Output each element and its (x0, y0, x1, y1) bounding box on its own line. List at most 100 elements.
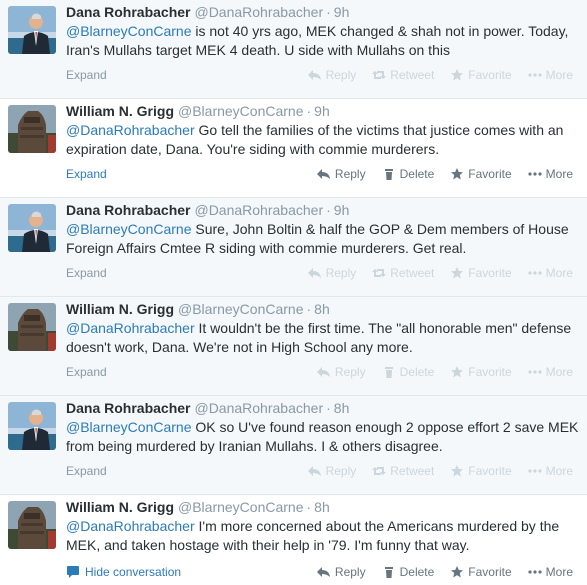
retweet-button[interactable]: Retweet (372, 462, 434, 480)
tweet-text: @DanaRohrabacher Go tell the families of… (66, 121, 579, 159)
favorite-button[interactable]: Favorite (450, 363, 512, 381)
tweet-item[interactable]: Dana Rohrabacher @DanaRohrabacher · 9h @Bla… (0, 0, 587, 99)
tweet-author-name[interactable]: Dana Rohrabacher (66, 202, 190, 218)
separator: · (306, 301, 312, 317)
expand-link[interactable]: Expand (66, 165, 107, 183)
retweet-icon (372, 467, 387, 475)
expand-link[interactable]: Expand (66, 66, 107, 84)
mention-link[interactable]: @BlarneyConCarne (66, 221, 192, 237)
favorite-button[interactable]: Favorite (450, 563, 512, 581)
mention-link[interactable]: @BlarneyConCarne (66, 23, 192, 39)
mention-link[interactable]: @BlarneyConCarne (66, 419, 192, 435)
tweet-timestamp[interactable]: 8h (314, 499, 330, 515)
more-dots-icon (528, 370, 542, 374)
expand-link[interactable]: Expand (66, 462, 107, 480)
tweet-author-name[interactable]: William N. Grigg (66, 301, 174, 317)
mention-link[interactable]: @DanaRohrabacher (66, 320, 195, 336)
tweet-timeline: Dana Rohrabacher @DanaRohrabacher · 9h @Bla… (0, 0, 587, 585)
reply-icon (307, 70, 321, 80)
tweet-author-handle[interactable]: @DanaRohrabacher (194, 4, 323, 20)
more-label: More (545, 68, 573, 82)
reply-label: Reply (325, 464, 357, 478)
retweet-icon (372, 71, 387, 79)
more-dots-icon (528, 469, 542, 473)
favorite-button[interactable]: Favorite (450, 165, 512, 183)
mention-link[interactable]: @DanaRohrabacher (66, 518, 195, 534)
more-button[interactable]: More (528, 563, 573, 581)
retweet-label: Retweet (390, 266, 435, 280)
tweet-item[interactable]: Dana Rohrabacher @DanaRohrabacher · 9h @Bla… (0, 198, 587, 297)
tweet-text: @BlarneyConCarne OK so U've found reason… (66, 418, 579, 456)
tweet-item[interactable]: Dana Rohrabacher @DanaRohrabacher · 8h @Bla… (0, 396, 587, 495)
avatar[interactable] (8, 204, 56, 252)
tweet-actions: Reply Retweet Favorite More (292, 264, 573, 282)
tweet-text: @BlarneyConCarne Sure, John Boltin & hal… (66, 220, 579, 258)
trash-icon (384, 169, 393, 180)
star-icon (451, 267, 464, 279)
favorite-button[interactable]: Favorite (450, 66, 512, 84)
reply-icon (307, 268, 321, 278)
avatar[interactable] (8, 402, 56, 450)
delete-button[interactable]: Delete (382, 165, 435, 183)
expand-link[interactable]: Expand (66, 264, 107, 282)
tweet-author-handle[interactable]: @DanaRohrabacher (194, 202, 323, 218)
reply-button[interactable]: Reply (307, 264, 357, 282)
reply-label: Reply (334, 167, 366, 181)
more-dots-icon (528, 172, 542, 176)
reply-icon (316, 367, 330, 377)
tweet-author-handle[interactable]: @BlarneyConCarne (178, 103, 304, 119)
more-button[interactable]: More (528, 363, 573, 381)
favorite-button[interactable]: Favorite (450, 264, 512, 282)
tweet-timestamp[interactable]: 9h (334, 202, 350, 218)
more-button[interactable]: More (528, 66, 573, 84)
reply-label: Reply (325, 266, 357, 280)
delete-button[interactable]: Delete (382, 363, 434, 381)
favorite-label: Favorite (468, 68, 512, 82)
tweet-author-handle[interactable]: @BlarneyConCarne (178, 301, 304, 317)
tweet-item[interactable]: William N. Grigg @BlarneyConCarne · 8h @Dan… (0, 297, 587, 396)
avatar[interactable] (8, 105, 56, 153)
tweet-author-name[interactable]: William N. Grigg (66, 499, 174, 515)
more-label: More (545, 167, 573, 181)
more-button[interactable]: More (528, 165, 573, 183)
separator: · (306, 103, 312, 119)
tweet-author-handle[interactable]: @DanaRohrabacher (194, 400, 323, 416)
hide-conversation-label: Hide conversation (85, 565, 182, 579)
avatar[interactable] (8, 6, 56, 54)
favorite-label: Favorite (468, 167, 512, 181)
speech-bubble-icon (67, 566, 79, 578)
avatar[interactable] (8, 303, 56, 351)
reply-button[interactable]: Reply (316, 165, 366, 183)
mention-link[interactable]: @DanaRohrabacher (66, 122, 195, 138)
tweet-author-handle[interactable]: @BlarneyConCarne (178, 499, 304, 515)
retweet-label: Retweet (390, 464, 435, 478)
favorite-button[interactable]: Favorite (450, 462, 512, 480)
avatar[interactable] (8, 501, 56, 549)
tweet-timestamp[interactable]: 8h (334, 400, 350, 416)
star-icon (451, 168, 464, 180)
tweet-author-name[interactable]: Dana Rohrabacher (66, 4, 190, 20)
trash-icon (384, 367, 393, 378)
tweet-item[interactable]: William N. Grigg @BlarneyConCarne · 8h @Dan… (0, 495, 587, 585)
expand-link[interactable]: Expand (66, 363, 107, 381)
reply-button[interactable]: Reply (307, 66, 356, 84)
reply-button[interactable]: Reply (307, 462, 357, 480)
retweet-button[interactable]: Retweet (372, 264, 434, 282)
delete-button[interactable]: Delete (382, 563, 434, 581)
more-button[interactable]: More (528, 264, 573, 282)
tweet-item[interactable]: William N. Grigg @BlarneyConCarne · 9h @Dan… (0, 99, 587, 198)
reply-icon (316, 567, 330, 577)
star-icon (451, 366, 464, 378)
delete-label: Delete (399, 167, 435, 181)
more-button[interactable]: More (528, 462, 573, 480)
tweet-author-name[interactable]: Dana Rohrabacher (66, 400, 190, 416)
tweet-actions: Reply Retweet Favorite More (292, 66, 573, 84)
tweet-timestamp[interactable]: 9h (314, 103, 330, 119)
tweet-timestamp[interactable]: 8h (314, 301, 330, 317)
separator: · (306, 499, 312, 515)
tweet-timestamp[interactable]: 9h (334, 4, 350, 20)
reply-button[interactable]: Reply (316, 563, 366, 581)
retweet-button[interactable]: Retweet (372, 66, 434, 84)
reply-button[interactable]: Reply (316, 363, 366, 381)
tweet-author-name[interactable]: William N. Grigg (66, 103, 174, 119)
